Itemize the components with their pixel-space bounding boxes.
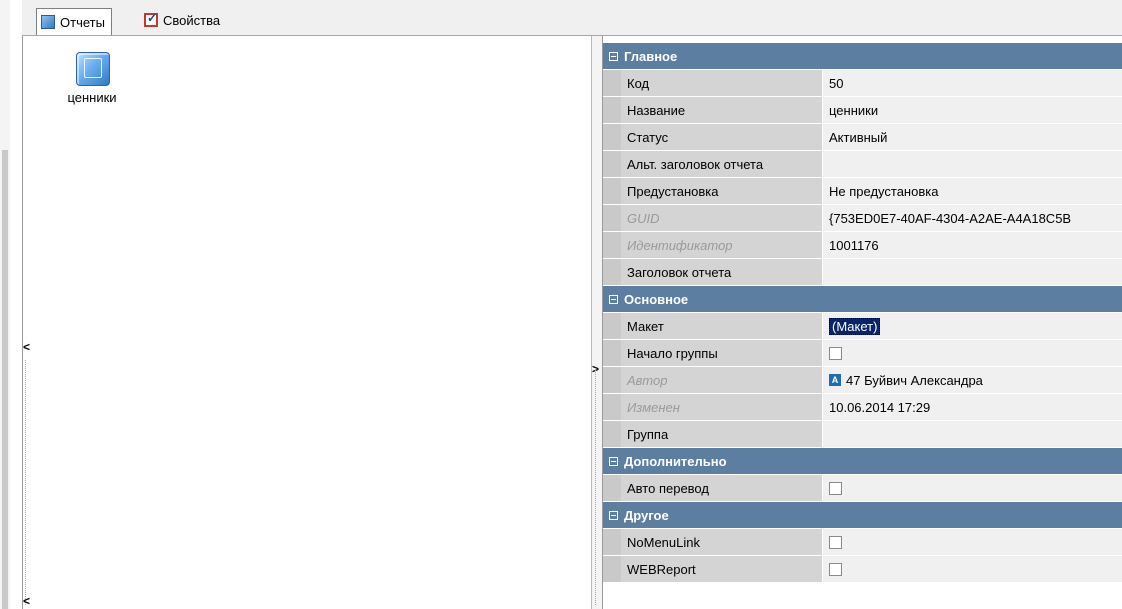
property-name: Заголовок отчета	[621, 259, 823, 285]
category-title: Основное	[624, 291, 689, 307]
report-item[interactable]: ценники	[52, 46, 132, 105]
category-other[interactable]: Другое	[603, 502, 1122, 529]
property-row[interactable]: Статус Активный	[603, 124, 1122, 151]
collapse-strip[interactable]	[10, 0, 23, 609]
property-name: Альт. заголовок отчета	[621, 151, 823, 177]
property-value[interactable]	[823, 529, 1122, 555]
property-value: A 47 Буйвич Александра	[823, 367, 1122, 393]
webreport-checkbox[interactable]	[829, 562, 842, 576]
property-name: WEBReport	[621, 556, 823, 582]
category-extra[interactable]: Дополнительно	[603, 448, 1122, 475]
property-name: Название	[621, 97, 823, 123]
property-name: Код	[621, 70, 823, 96]
property-name: Группа	[621, 421, 823, 447]
property-value[interactable]: ценники	[823, 97, 1122, 123]
collapse-icon[interactable]	[609, 456, 618, 466]
property-value: 10.06.2014 17:29	[823, 394, 1122, 420]
tab-reports-label: Отчеты	[60, 14, 105, 30]
property-name: Идентификатор	[621, 232, 823, 258]
nomenulink-checkbox[interactable]	[829, 535, 842, 549]
property-row[interactable]: Название ценники	[603, 97, 1122, 124]
right-splitter-grip[interactable]	[595, 370, 596, 605]
property-value[interactable]	[823, 340, 1122, 366]
property-row[interactable]: GUID {753ED0E7-40AF-4304-A2AE-A4A18C5B	[603, 205, 1122, 232]
tab-properties[interactable]: Свойства	[140, 8, 226, 32]
property-value: 1001176	[823, 232, 1122, 258]
left-scroll-track[interactable]	[2, 150, 8, 609]
category-title: Другое	[624, 507, 669, 523]
property-name: Статус	[621, 124, 823, 150]
author-badge-icon: A	[829, 374, 841, 386]
property-name: Макет	[621, 313, 823, 339]
reports-list: ценники	[30, 36, 590, 609]
property-row[interactable]: Начало группы	[603, 340, 1122, 367]
property-row[interactable]: Группа	[603, 421, 1122, 448]
property-row[interactable]: Авто перевод	[603, 475, 1122, 502]
property-row[interactable]: NoMenuLink	[603, 529, 1122, 556]
checkbox-icon	[144, 11, 158, 27]
property-value[interactable]: Активный	[823, 124, 1122, 150]
property-row[interactable]: Автор A 47 Буйвич Александра	[603, 367, 1122, 394]
property-row[interactable]: Макет (Макет)	[603, 313, 1122, 340]
collapse-icon[interactable]	[609, 51, 618, 61]
property-name: Авто перевод	[621, 475, 823, 501]
property-row[interactable]: Предустановка Не предустановка	[603, 178, 1122, 205]
collapse-icon[interactable]	[609, 510, 618, 520]
property-row[interactable]: Изменен 10.06.2014 17:29	[603, 394, 1122, 421]
tab-bar: Отчеты Свойства	[22, 0, 1122, 36]
property-name: NoMenuLink	[621, 529, 823, 555]
tab-reports[interactable]: Отчеты	[36, 8, 112, 35]
property-value[interactable]	[823, 259, 1122, 285]
property-value[interactable]: 50	[823, 70, 1122, 96]
auto-translate-checkbox[interactable]	[829, 481, 842, 495]
property-name: GUID	[621, 205, 823, 231]
property-name: Автор	[621, 367, 823, 393]
property-name: Изменен	[621, 394, 823, 420]
tab-properties-label: Свойства	[163, 12, 221, 28]
property-row[interactable]: Альт. заголовок отчета	[603, 151, 1122, 178]
property-value[interactable]	[823, 556, 1122, 582]
property-row[interactable]: Код 50	[603, 70, 1122, 97]
property-name: Начало группы	[621, 340, 823, 366]
property-value: {753ED0E7-40AF-4304-A2AE-A4A18C5B	[823, 205, 1122, 231]
property-name: Предустановка	[621, 178, 823, 204]
author-value: 47 Буйвич Александра	[846, 372, 983, 388]
property-value[interactable]: (Макет)	[823, 313, 1122, 339]
group-start-checkbox[interactable]	[829, 346, 842, 360]
property-value[interactable]	[823, 475, 1122, 501]
layout-field-selected[interactable]: (Макет)	[829, 317, 881, 335]
property-row[interactable]: WEBReport	[603, 556, 1122, 583]
property-value[interactable]	[823, 151, 1122, 177]
panel-splitter[interactable]	[591, 36, 603, 609]
property-row[interactable]: Заголовок отчета	[603, 259, 1122, 286]
property-value[interactable]: Не предустановка	[823, 178, 1122, 204]
collapse-left-arrow-icon[interactable]: <	[23, 340, 30, 354]
property-row[interactable]: Идентификатор 1001176	[603, 232, 1122, 259]
property-grid: Главное Код 50 Название ценники Статус Акти…	[603, 43, 1122, 583]
category-main[interactable]: Главное	[603, 43, 1122, 70]
category-basic[interactable]: Основное	[603, 286, 1122, 313]
report-cube-icon	[72, 46, 112, 86]
category-title: Главное	[624, 48, 678, 64]
left-splitter-grip[interactable]	[25, 360, 26, 605]
cube-icon	[41, 15, 55, 29]
collapse-icon[interactable]	[609, 294, 618, 304]
report-item-label: ценники	[67, 90, 117, 105]
category-title: Дополнительно	[624, 453, 727, 469]
property-value[interactable]	[823, 421, 1122, 447]
collapse-left-arrow-icon-bottom[interactable]: <	[23, 594, 30, 608]
